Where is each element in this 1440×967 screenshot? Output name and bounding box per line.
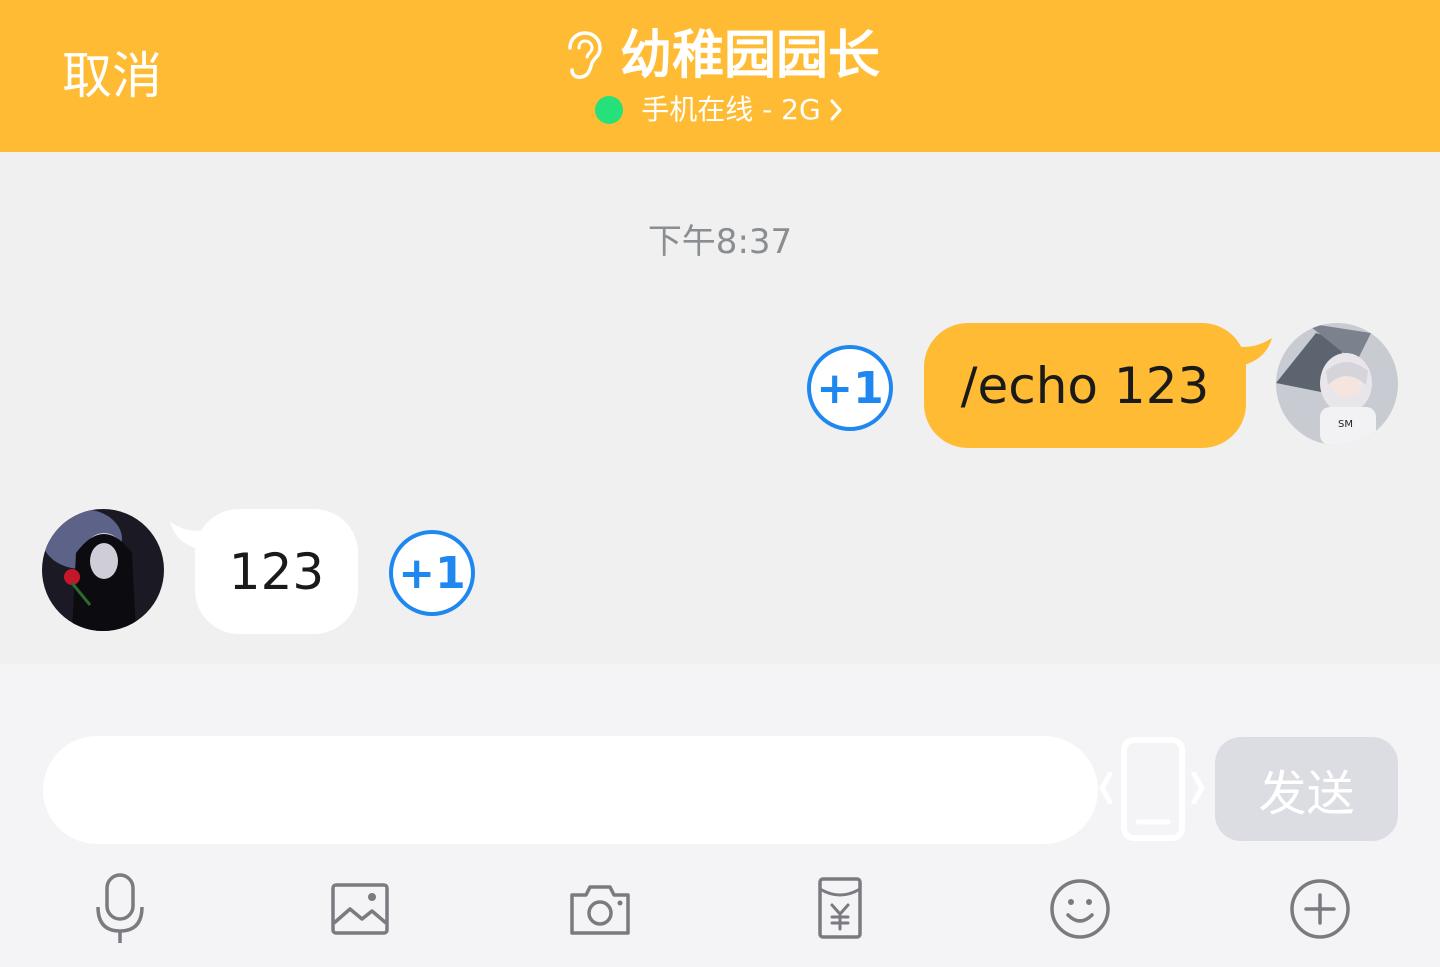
composer-toolbar: [0, 864, 1440, 954]
shake-phone-icon[interactable]: [1098, 736, 1206, 844]
ear-icon[interactable]: [560, 30, 604, 82]
outgoing-message-bubble[interactable]: /echo 123: [924, 323, 1246, 448]
camera-button[interactable]: [555, 864, 645, 954]
emoji-icon: [1050, 879, 1110, 939]
chat-area[interactable]: 下午8:37 +1 /echo 123 SM 123 +1: [0, 152, 1440, 664]
red-packet-icon: [818, 877, 862, 939]
online-dot-icon: [595, 96, 624, 124]
send-button[interactable]: 发送: [1215, 737, 1398, 841]
online-status[interactable]: 手机在线 - 2G: [0, 90, 1440, 130]
chat-header: 取消 幼稚园园长 手机在线 - 2G: [0, 0, 1440, 152]
page-title: 幼稚园园长: [619, 26, 880, 86]
voice-button[interactable]: [75, 864, 165, 954]
composer-area: 发送: [0, 664, 1440, 967]
status-text: 手机在线 - 2G: [641, 93, 821, 126]
bubble-tail: [1230, 338, 1272, 366]
message-text: /echo 123: [960, 356, 1210, 415]
plus-icon: [1290, 879, 1350, 939]
contact-avatar[interactable]: [42, 509, 164, 631]
image-button[interactable]: [315, 864, 405, 954]
plus-one-button[interactable]: +1: [807, 345, 893, 431]
image-icon: [331, 883, 389, 935]
emoji-button[interactable]: [1035, 864, 1125, 954]
message-input[interactable]: [43, 736, 1098, 844]
more-button[interactable]: [1275, 864, 1365, 954]
incoming-message-bubble[interactable]: 123: [195, 509, 358, 634]
chevron-right-icon: [830, 99, 842, 121]
plus-one-button[interactable]: +1: [389, 530, 475, 616]
mic-icon: [96, 873, 144, 943]
message-timestamp: 下午8:37: [647, 222, 793, 262]
red-packet-button[interactable]: [795, 864, 885, 954]
message-text: 123: [228, 542, 325, 601]
camera-icon: [570, 885, 630, 935]
my-avatar[interactable]: SM: [1276, 323, 1398, 445]
title-row: 幼稚园园长: [0, 24, 1440, 88]
svg-text:SM: SM: [1338, 419, 1353, 430]
